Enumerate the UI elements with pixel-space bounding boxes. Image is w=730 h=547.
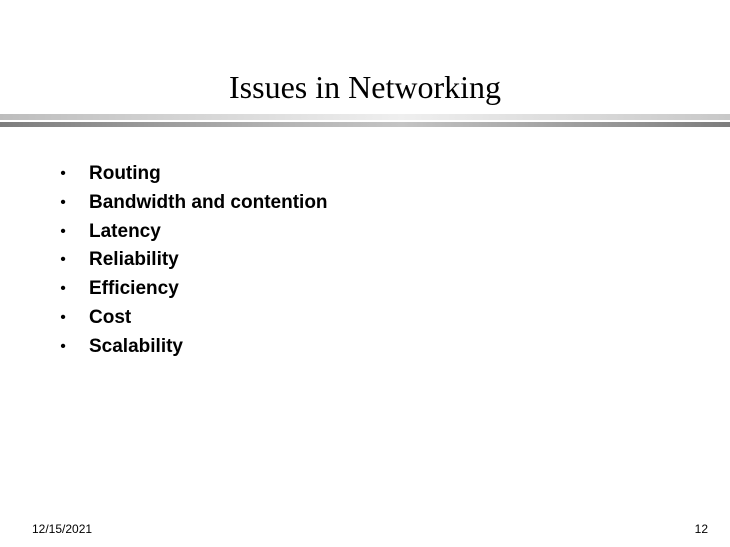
bullet-text: Bandwidth and contention: [89, 191, 328, 213]
footer-date: 12/15/2021: [32, 522, 93, 536]
title-divider-upper: [0, 114, 730, 120]
bullet-text: Latency: [89, 220, 161, 242]
bullet-text: Efficiency: [89, 278, 179, 300]
page-number: 12: [694, 522, 708, 536]
bullet-icon: •: [60, 165, 66, 182]
bullet-icon: •: [60, 308, 66, 326]
bullet-text: Reliability: [89, 249, 179, 271]
bullet-icon: •: [60, 222, 66, 240]
bullet-text: Cost: [89, 306, 132, 328]
bullet-icon: •: [60, 193, 66, 211]
bullet-text: Scalability: [89, 335, 183, 357]
slide-title: Issues in Networking: [229, 69, 501, 105]
title-divider-lower: [0, 122, 730, 127]
bullet-icon: •: [60, 280, 66, 298]
bullet-icon: •: [60, 337, 66, 355]
bullet-text: Routing: [89, 163, 161, 184]
bullet-icon: •: [60, 251, 66, 269]
